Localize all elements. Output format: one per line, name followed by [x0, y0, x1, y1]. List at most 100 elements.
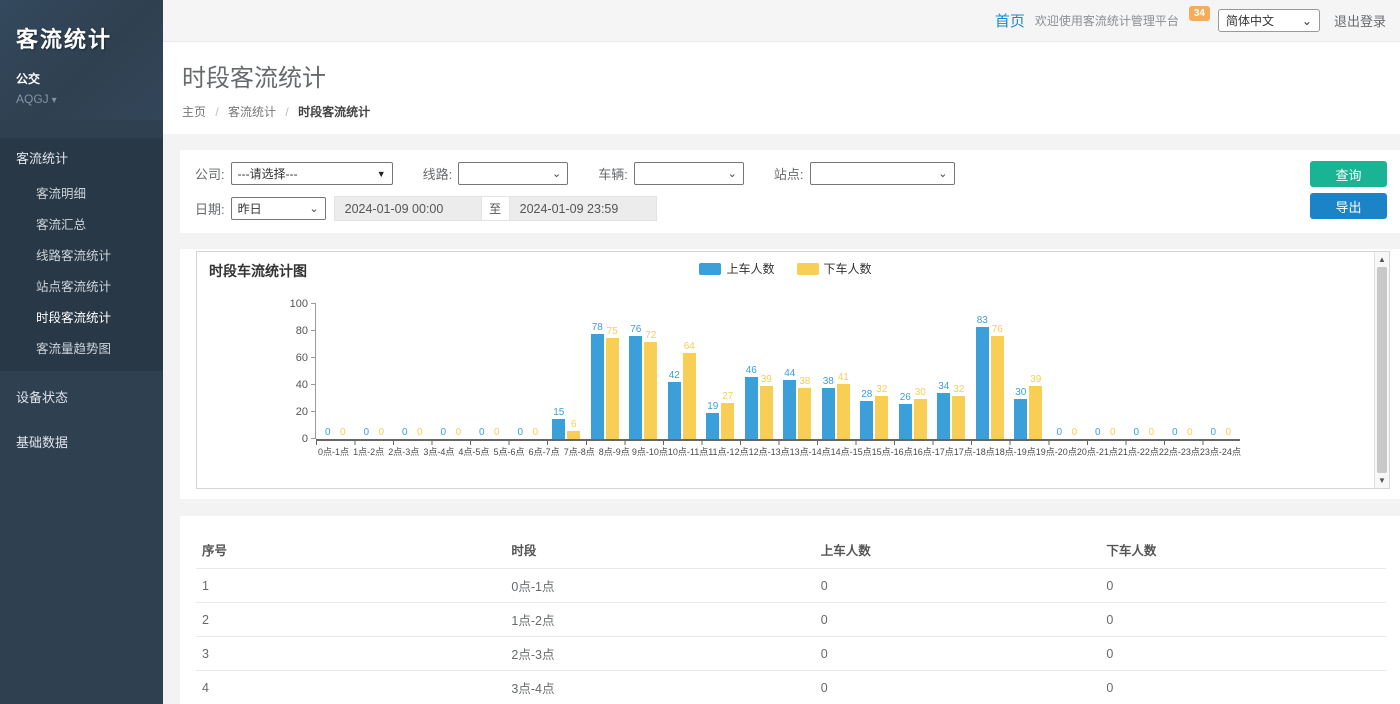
bar	[668, 382, 681, 439]
table-cell: 1点-2点	[505, 603, 814, 637]
bar	[783, 380, 796, 439]
x-axis-label: 3点-4点	[421, 446, 456, 458]
bar-chart-plot: 0000000000001567875767242641927463944383…	[315, 304, 1240, 439]
bar-group: 00	[470, 304, 509, 439]
bar-column: 0	[398, 304, 411, 439]
main-area: 首页 欢迎使用客流统计管理平台 34 简体中文 ⌄ 退出登录 时段客流统计 主页…	[163, 0, 1400, 704]
bar-column: 30	[1014, 304, 1027, 439]
bar-column: 32	[952, 304, 965, 439]
bar-column: 0	[1183, 304, 1196, 439]
bar-column: 0	[490, 304, 503, 439]
line-select[interactable]: ⌄	[458, 162, 568, 185]
table-row: 43点-4点00	[196, 671, 1386, 704]
y-axis-tick-mark	[311, 438, 316, 439]
export-button[interactable]: 导出	[1310, 193, 1387, 219]
bar	[606, 338, 619, 439]
sidebar-subitem[interactable]: 站点客流统计	[0, 270, 163, 301]
date-start-input[interactable]	[334, 196, 482, 221]
breadcrumb-separator: /	[215, 105, 218, 119]
bar	[914, 399, 927, 440]
bar	[745, 377, 758, 439]
bar-value-label: 38	[823, 376, 834, 387]
bar	[837, 384, 850, 439]
page-heading: 时段客流统计 主页 / 客流统计 / 时段客流统计	[163, 42, 1400, 134]
sidebar-subitem[interactable]: 客流汇总	[0, 208, 163, 239]
bar-group: 3432	[932, 304, 971, 439]
bar-value-label: 19	[707, 401, 718, 412]
bar	[899, 404, 912, 439]
bar-value-label: 28	[861, 389, 872, 400]
sidebar-subitem[interactable]: 时段客流统计	[0, 301, 163, 332]
table-cell: 0	[1100, 603, 1386, 637]
x-axis-label: 9点-10点	[632, 446, 668, 458]
bar-value-label: 0	[340, 427, 346, 438]
company-select[interactable]: ---请选择--- ▼	[231, 162, 393, 185]
chart-scrollbar[interactable]: ▲ ▼	[1374, 252, 1389, 488]
x-axis-labels: 0点-1点1点-2点2点-3点3点-4点4点-5点5点-6点6点-7点7点-8点…	[316, 446, 1241, 458]
y-axis-tick-label: 0	[302, 433, 308, 445]
bar-column: 0	[1207, 304, 1220, 439]
station-label: 站点:	[774, 164, 804, 183]
vehicle-select[interactable]: ⌄	[634, 162, 744, 185]
bar-value-label: 72	[645, 330, 656, 341]
notification-badge[interactable]: 34	[1189, 6, 1210, 21]
x-axis-label: 13点-14点	[790, 446, 831, 458]
bar-column: 27	[721, 304, 734, 439]
x-axis-label: 5点-6点	[491, 446, 526, 458]
scroll-up-icon[interactable]: ▲	[1375, 253, 1389, 266]
bar	[991, 336, 1004, 439]
bar	[644, 342, 657, 439]
breadcrumb-home[interactable]: 主页	[182, 105, 206, 119]
bar-column: 0	[529, 304, 542, 439]
bar-column: 19	[706, 304, 719, 439]
language-select[interactable]: 简体中文 ⌄	[1218, 9, 1320, 32]
sidebar-subitem[interactable]: 客流明细	[0, 177, 163, 208]
col-header-alighting: 下车人数	[1100, 532, 1386, 569]
bar	[1014, 399, 1027, 440]
date-range-select[interactable]: 昨日 ⌄	[231, 197, 326, 220]
caret-down-icon: ▾	[52, 95, 57, 106]
table-cell: 0	[1100, 671, 1386, 704]
bar-column: 0	[1168, 304, 1181, 439]
sidebar-subitem[interactable]: 线路客流统计	[0, 239, 163, 270]
bar-value-label: 0	[363, 427, 369, 438]
bar-group: 00	[1163, 304, 1202, 439]
bar-column: 76	[991, 304, 1004, 439]
table-cell: 3	[196, 637, 505, 671]
sidebar-item-passenger-stats[interactable]: 客流统计	[0, 138, 163, 177]
scrollbar-thumb[interactable]	[1377, 267, 1387, 473]
bar	[860, 401, 873, 439]
date-end-input[interactable]	[509, 196, 657, 221]
bar-value-label: 38	[799, 376, 810, 387]
stats-table: 序号 时段 上车人数 下车人数 10点-1点0021点-2点0032点-3点00…	[196, 532, 1386, 704]
sidebar-subitem[interactable]: 客流量趋势图	[0, 332, 163, 363]
chevron-down-icon: ⌄	[938, 170, 947, 178]
bar-column: 30	[914, 304, 927, 439]
bar-column: 0	[452, 304, 465, 439]
sidebar-item[interactable]: 设备状态	[0, 377, 163, 416]
table-cell: 0	[815, 603, 1101, 637]
x-axis-label: 7点-8点	[562, 446, 597, 458]
x-axis-label: 4点-5点	[456, 446, 491, 458]
bar-value-label: 26	[900, 392, 911, 403]
org-code-dropdown[interactable]: AQGJ▾	[16, 92, 147, 106]
bar	[721, 403, 734, 439]
filter-card: 公司: ---请选择--- ▼ 线路: ⌄ 车辆: ⌄ 站点	[180, 150, 1400, 233]
sidebar-item[interactable]: 基础数据	[0, 422, 163, 461]
legend-item[interactable]: 上车人数	[699, 260, 774, 277]
home-link[interactable]: 首页	[995, 10, 1025, 31]
bar-value-label: 30	[915, 387, 926, 398]
bar-value-label: 0	[1056, 427, 1062, 438]
breadcrumb-section[interactable]: 客流统计	[228, 105, 276, 119]
query-button[interactable]: 查询	[1310, 161, 1387, 187]
scroll-down-icon[interactable]: ▼	[1375, 474, 1389, 487]
bar-group: 4264	[663, 304, 702, 439]
station-select[interactable]: ⌄	[810, 162, 955, 185]
logout-link[interactable]: 退出登录	[1334, 11, 1386, 30]
chart-legend: 上车人数 下车人数	[197, 260, 1374, 277]
bar-value-label: 0	[1148, 427, 1154, 438]
legend-item[interactable]: 下车人数	[797, 260, 872, 277]
bar-column: 38	[822, 304, 835, 439]
bar	[952, 396, 965, 439]
x-axis-label: 22点-23点	[1159, 446, 1200, 458]
